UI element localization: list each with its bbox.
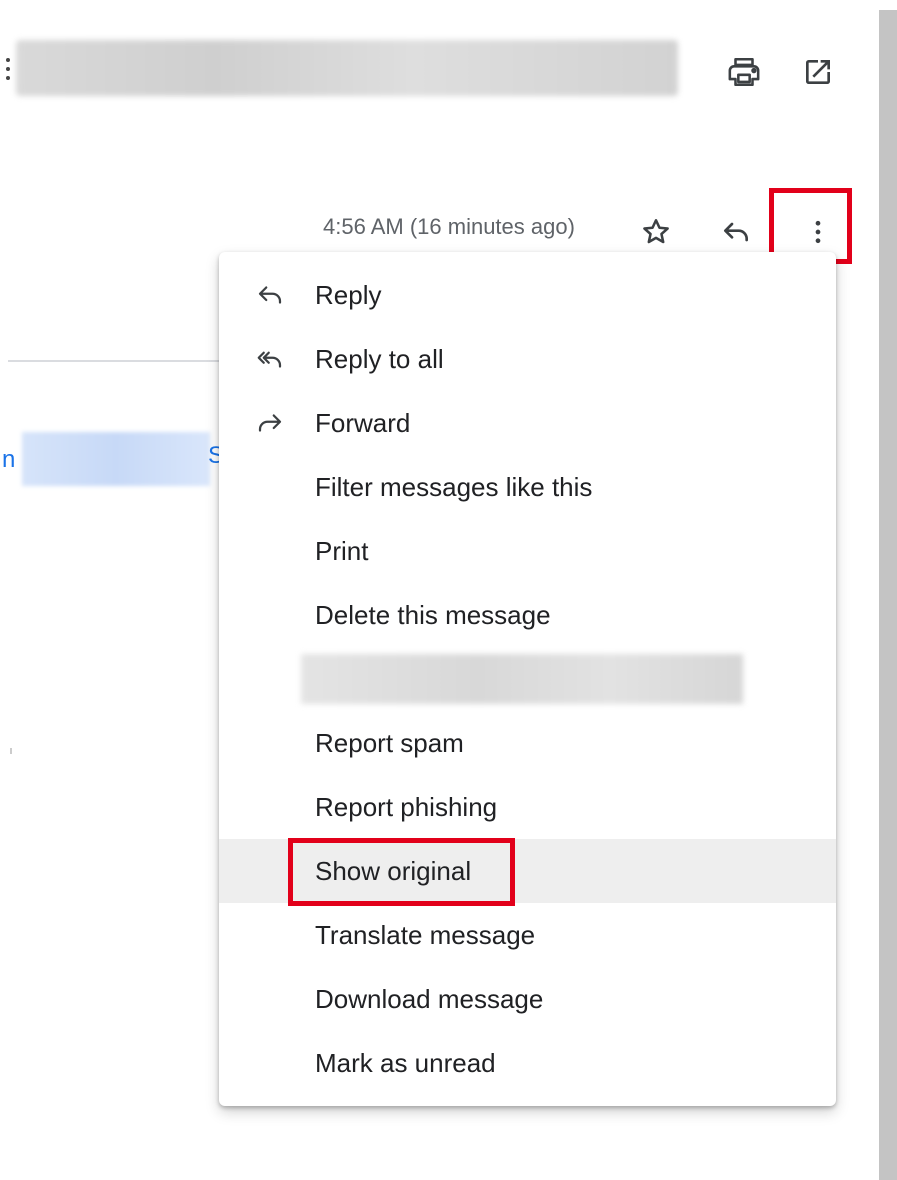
open-in-new-window-button[interactable] bbox=[796, 50, 840, 94]
star-outline-icon bbox=[643, 219, 669, 244]
menu-item-label: Reply to all bbox=[315, 343, 444, 374]
menu-item-label: Delete this message bbox=[315, 599, 551, 630]
menu-item-report-spam[interactable]: Report spam bbox=[219, 711, 836, 775]
menu-item-label: Mark as unread bbox=[315, 1047, 496, 1078]
subject-redacted bbox=[16, 40, 678, 96]
menu-item-print[interactable]: Print bbox=[219, 519, 836, 583]
menu-item-label: Report phishing bbox=[315, 791, 498, 822]
menu-item-translate-message[interactable]: Translate message bbox=[219, 903, 836, 967]
forward-icon bbox=[255, 408, 285, 438]
header-divider bbox=[8, 360, 223, 362]
more-vertical-icon[interactable] bbox=[6, 58, 12, 86]
menu-item-reply-to-all[interactable]: Reply to all bbox=[219, 327, 836, 391]
scrollbar[interactable] bbox=[879, 10, 897, 1180]
menu-item-delete-message[interactable]: Delete this message bbox=[219, 583, 836, 647]
menu-item-download-message[interactable]: Download message bbox=[219, 967, 836, 1031]
open-in-new-window-icon bbox=[806, 60, 830, 84]
menu-item-reply[interactable]: Reply bbox=[219, 263, 836, 327]
message-options-menu: Reply Reply to all Forward Filter messag… bbox=[219, 252, 836, 1106]
menu-item-filter-messages[interactable]: Filter messages like this bbox=[219, 455, 836, 519]
menu-item-forward[interactable]: Forward bbox=[219, 391, 836, 455]
reply-all-icon bbox=[255, 344, 285, 374]
body-artifact bbox=[10, 748, 12, 754]
menu-item-label: Print bbox=[315, 535, 369, 566]
print-icon bbox=[728, 57, 760, 87]
menu-item-label: Translate message bbox=[315, 919, 536, 950]
menu-item-mark-as-unread[interactable]: Mark as unread bbox=[219, 1031, 836, 1095]
print-all-button[interactable] bbox=[722, 50, 766, 94]
menu-item-report-phishing[interactable]: Report phishing bbox=[219, 775, 836, 839]
link-redacted bbox=[22, 432, 210, 486]
menu-item-redacted[interactable] bbox=[301, 654, 743, 704]
reply-icon bbox=[255, 280, 285, 310]
menu-item-label: Reply bbox=[315, 279, 382, 310]
annotation-highlight-show-original bbox=[288, 838, 515, 906]
message-timestamp: 4:56 AM (16 minutes ago) bbox=[323, 214, 575, 239]
menu-item-label: Forward bbox=[315, 407, 411, 438]
menu-item-label: Download message bbox=[315, 983, 544, 1014]
menu-item-label: Report spam bbox=[315, 727, 464, 758]
star-button[interactable] bbox=[634, 210, 678, 254]
reply-button[interactable] bbox=[714, 210, 758, 254]
link-fragment[interactable]: n bbox=[2, 446, 15, 474]
gmail-message-view: 4:56 AM (16 minutes ago) n S Reply Reply… bbox=[0, 0, 897, 1180]
menu-item-label: Filter messages like this bbox=[315, 471, 593, 502]
reply-icon bbox=[724, 222, 748, 242]
